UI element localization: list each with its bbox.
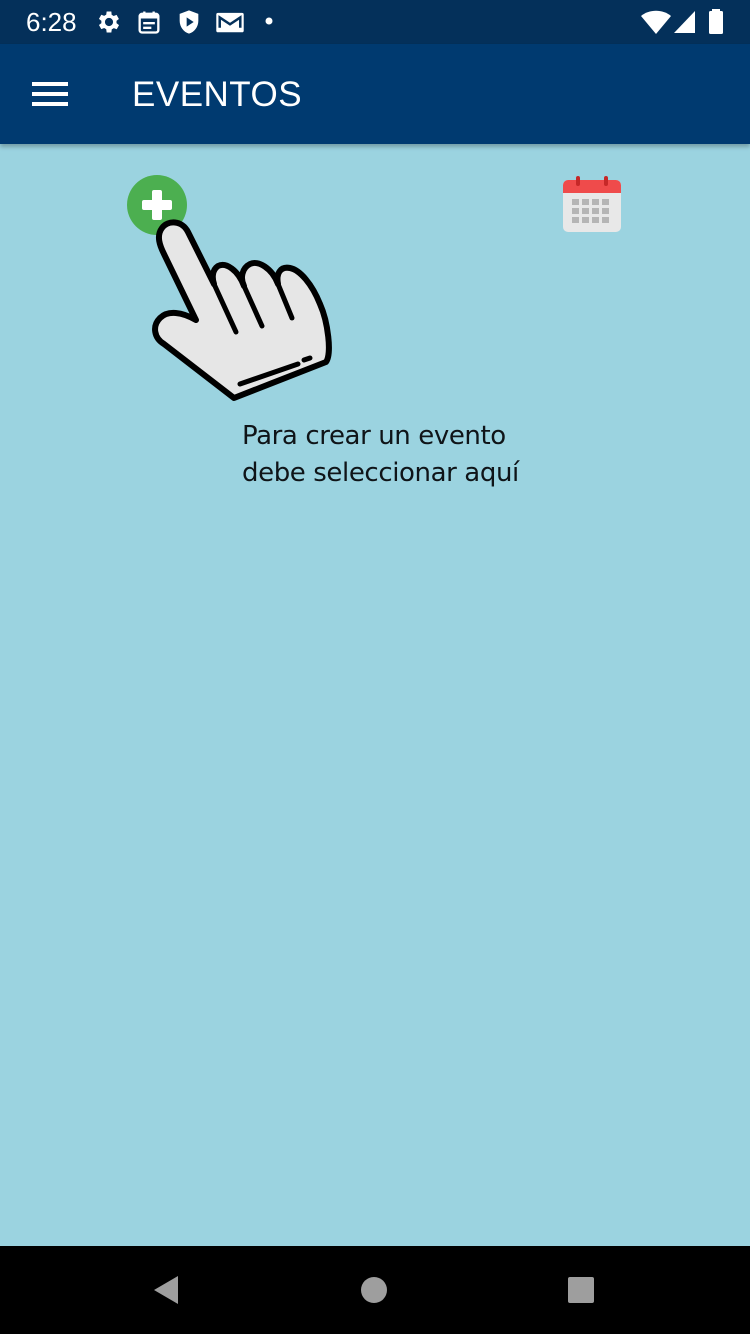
back-icon <box>154 1276 178 1304</box>
mail-icon <box>216 12 244 33</box>
system-nav-bar <box>0 1246 750 1334</box>
settings-icon <box>98 11 120 33</box>
wifi-icon <box>641 10 671 34</box>
notification-dot-icon <box>265 17 273 25</box>
calendar-note-icon <box>138 11 160 34</box>
back-button[interactable] <box>142 1266 190 1314</box>
menu-button[interactable] <box>20 68 80 120</box>
shield-icon <box>179 10 199 34</box>
instruction-text: Para crear un evento debe seleccionar aq… <box>242 418 662 492</box>
recents-button[interactable] <box>557 1266 605 1314</box>
signal-icon <box>674 11 695 33</box>
status-time: 6:28 <box>26 7 77 37</box>
instruction-line-1: Para crear un evento <box>242 421 506 451</box>
calendar-icon <box>563 176 621 232</box>
status-bar: 6:28 <box>0 0 750 44</box>
home-icon <box>361 1277 387 1303</box>
page-title: EVENTOS <box>132 75 303 114</box>
hamburger-menu-icon <box>32 82 68 106</box>
home-button[interactable] <box>350 1266 398 1314</box>
calendar-button[interactable] <box>560 174 624 234</box>
instruction-line-2: debe seleccionar aquí <box>242 458 519 488</box>
recents-icon <box>568 1277 594 1303</box>
events-screen: 6:28 EVENTOS Para crear un evento debe s… <box>0 0 750 1334</box>
battery-icon <box>709 9 723 34</box>
hand-pointer-icon <box>152 219 332 401</box>
app-bar: EVENTOS <box>0 44 750 144</box>
